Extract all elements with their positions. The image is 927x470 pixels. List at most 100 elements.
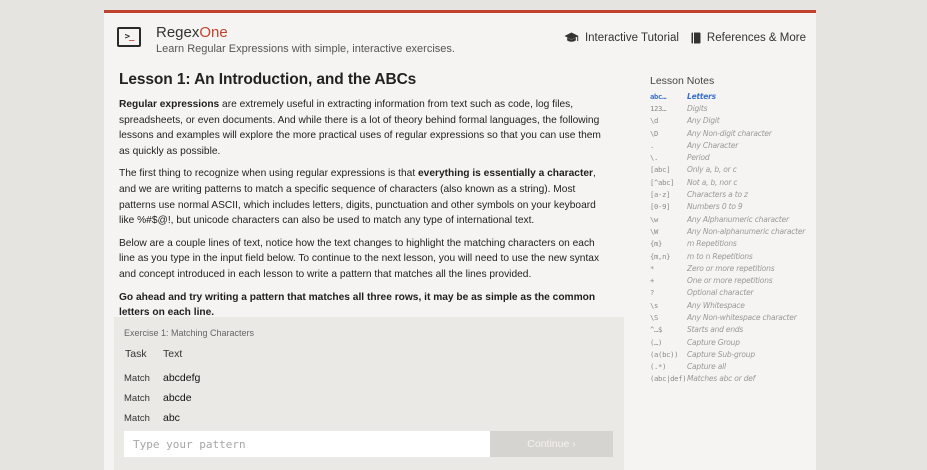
col-task-header: Task: [125, 348, 147, 360]
nav-references[interactable]: References & More: [691, 32, 806, 44]
pattern-input[interactable]: [124, 431, 490, 457]
brand-name[interactable]: RegexOne: [156, 24, 228, 41]
site-header: >_ RegexOne Learn Regular Expressions wi…: [104, 13, 816, 65]
note-row[interactable]: [^abc] Not a, b, nor c: [650, 176, 816, 188]
graduation-cap-icon: [564, 32, 579, 44]
note-description: Numbers 0 to 9: [687, 202, 743, 212]
note-row[interactable]: \W Any Non-alphanumeric character: [650, 225, 816, 237]
note-row[interactable]: (…) Capture Group: [650, 336, 816, 348]
note-description: Period: [687, 153, 710, 163]
text-cell: abcde: [163, 392, 192, 404]
note-row[interactable]: + One or more repetitions: [650, 274, 816, 286]
note-description: Any Non-alphanumeric character: [687, 226, 806, 236]
exercise-panel: Exercise 1: Matching Characters Task Tex…: [114, 317, 624, 470]
note-row[interactable]: \D Any Non-digit character: [650, 127, 816, 139]
note-description: Capture Group: [687, 337, 740, 347]
note-row[interactable]: (a(bc)) Capture Sub-group: [650, 348, 816, 360]
page-container: >_ RegexOne Learn Regular Expressions wi…: [104, 10, 816, 470]
note-row[interactable]: \s Any Whitespace: [650, 299, 816, 311]
lesson-content: Lesson 1: An Introduction, and the ABCs …: [119, 71, 609, 328]
note-row[interactable]: . Any Character: [650, 139, 816, 151]
note-row[interactable]: {m} m Repetitions: [650, 238, 816, 250]
task-cell: Match: [124, 372, 150, 384]
p2-bold: everything is essentially a character: [418, 168, 593, 180]
note-symbol: +: [650, 276, 655, 286]
nav-interactive-tutorial[interactable]: Interactive Tutorial: [564, 32, 679, 44]
note-description: Not a, b, nor c: [687, 177, 738, 187]
note-description: Starts and ends: [687, 325, 744, 335]
p1-bold: Regular expressions: [119, 99, 220, 110]
note-symbol: [0-9]: [650, 202, 671, 212]
note-row[interactable]: (.*) Capture all: [650, 361, 816, 373]
note-description: Any Alphanumeric character: [687, 214, 789, 224]
task-cell: Match: [124, 392, 150, 404]
lesson-paragraph-3: Below are a couple lines of text, notice…: [119, 237, 600, 280]
tagline: Learn Regular Expressions with simple, i…: [156, 43, 455, 55]
book-icon: [691, 32, 701, 44]
note-row[interactable]: [a-z] Characters a to z: [650, 188, 816, 200]
note-row[interactable]: {m,n} m to n Repetitions: [650, 250, 816, 262]
note-description: m to n Repetitions: [687, 251, 753, 261]
note-symbol: [^abc]: [650, 177, 675, 187]
note-row[interactable]: abc… Letters: [650, 90, 816, 102]
lesson-notes-title: Lesson Notes: [650, 75, 715, 87]
note-description: Zero or more repetitions: [687, 263, 775, 273]
note-description: Capture Sub-group: [687, 349, 755, 359]
note-symbol: (.*): [650, 362, 667, 372]
p4-text-a: Go ahead and try writing a pattern that …: [119, 291, 425, 303]
exercise-table-header: Task Text: [124, 348, 200, 368]
note-description: Optional character: [687, 288, 754, 298]
note-row[interactable]: [abc] Only a, b, or c: [650, 164, 816, 176]
top-nav: Interactive Tutorial References & More: [564, 32, 806, 44]
exercise-title: Exercise 1: Matching Characters: [124, 328, 255, 338]
note-symbol: \.: [650, 153, 659, 163]
col-text-header: Text: [163, 348, 183, 360]
table-row: Match abcde: [124, 388, 200, 408]
note-row[interactable]: \d Any Digit: [650, 115, 816, 127]
note-symbol: 123…: [650, 103, 667, 113]
continue-button[interactable]: Continue ›: [490, 431, 613, 457]
table-row: Match abcdefg: [124, 368, 200, 388]
table-row: Match abc: [124, 408, 200, 428]
note-row[interactable]: \. Period: [650, 151, 816, 163]
note-symbol: \s: [650, 300, 659, 310]
note-symbol: (…): [650, 337, 663, 347]
note-row[interactable]: \w Any Alphanumeric character: [650, 213, 816, 225]
note-symbol: \D: [650, 128, 659, 138]
note-row[interactable]: * Zero or more repetitions: [650, 262, 816, 274]
note-symbol: \w: [650, 214, 659, 224]
note-symbol: .: [650, 140, 655, 150]
note-row[interactable]: \S Any Non-whitespace character: [650, 311, 816, 323]
note-description: Capture all: [687, 362, 726, 372]
exercise-table: Task Text Match abcdefg Match abcde Matc…: [124, 348, 200, 428]
note-symbol: [abc]: [650, 165, 671, 175]
note-description: Only a, b, or c: [687, 165, 737, 175]
regexone-logo-icon[interactable]: >_: [117, 27, 141, 47]
note-description: Any Whitespace: [687, 300, 745, 310]
text-cell: abcdefg: [163, 372, 201, 384]
note-row[interactable]: ? Optional character: [650, 287, 816, 299]
note-symbol: {m,n}: [650, 251, 671, 261]
note-description: Digits: [687, 103, 708, 113]
note-symbol: \W: [650, 226, 659, 236]
lesson-title: Lesson 1: An Introduction, and the ABCs: [119, 71, 417, 88]
note-description: Characters a to z: [687, 190, 748, 200]
note-row[interactable]: ^…$ Starts and ends: [650, 324, 816, 336]
logo-cursor: _: [129, 32, 135, 42]
note-symbol: ^…$: [650, 325, 663, 335]
nav-references-label: References & More: [706, 32, 806, 44]
note-description: Any Character: [687, 140, 739, 150]
note-symbol: [a-z]: [650, 190, 671, 200]
note-row[interactable]: 123… Digits: [650, 102, 816, 114]
note-symbol: (abc|def): [650, 374, 687, 384]
note-description: Any Digit: [687, 116, 720, 126]
note-description: Matches abc or def: [687, 374, 756, 384]
brand-suffix: One: [199, 24, 228, 41]
note-row[interactable]: (abc|def) Matches abc or def: [650, 373, 816, 385]
note-symbol: abc…: [650, 91, 667, 101]
lesson-paragraph-1: Regular expressions are extremely useful…: [119, 97, 609, 159]
note-row[interactable]: [0-9] Numbers 0 to 9: [650, 201, 816, 213]
note-description: Any Non-digit character: [687, 128, 772, 138]
lesson-paragraph-2: The first thing to recognize when using …: [119, 166, 609, 228]
note-description: One or more repetitions: [687, 276, 773, 286]
